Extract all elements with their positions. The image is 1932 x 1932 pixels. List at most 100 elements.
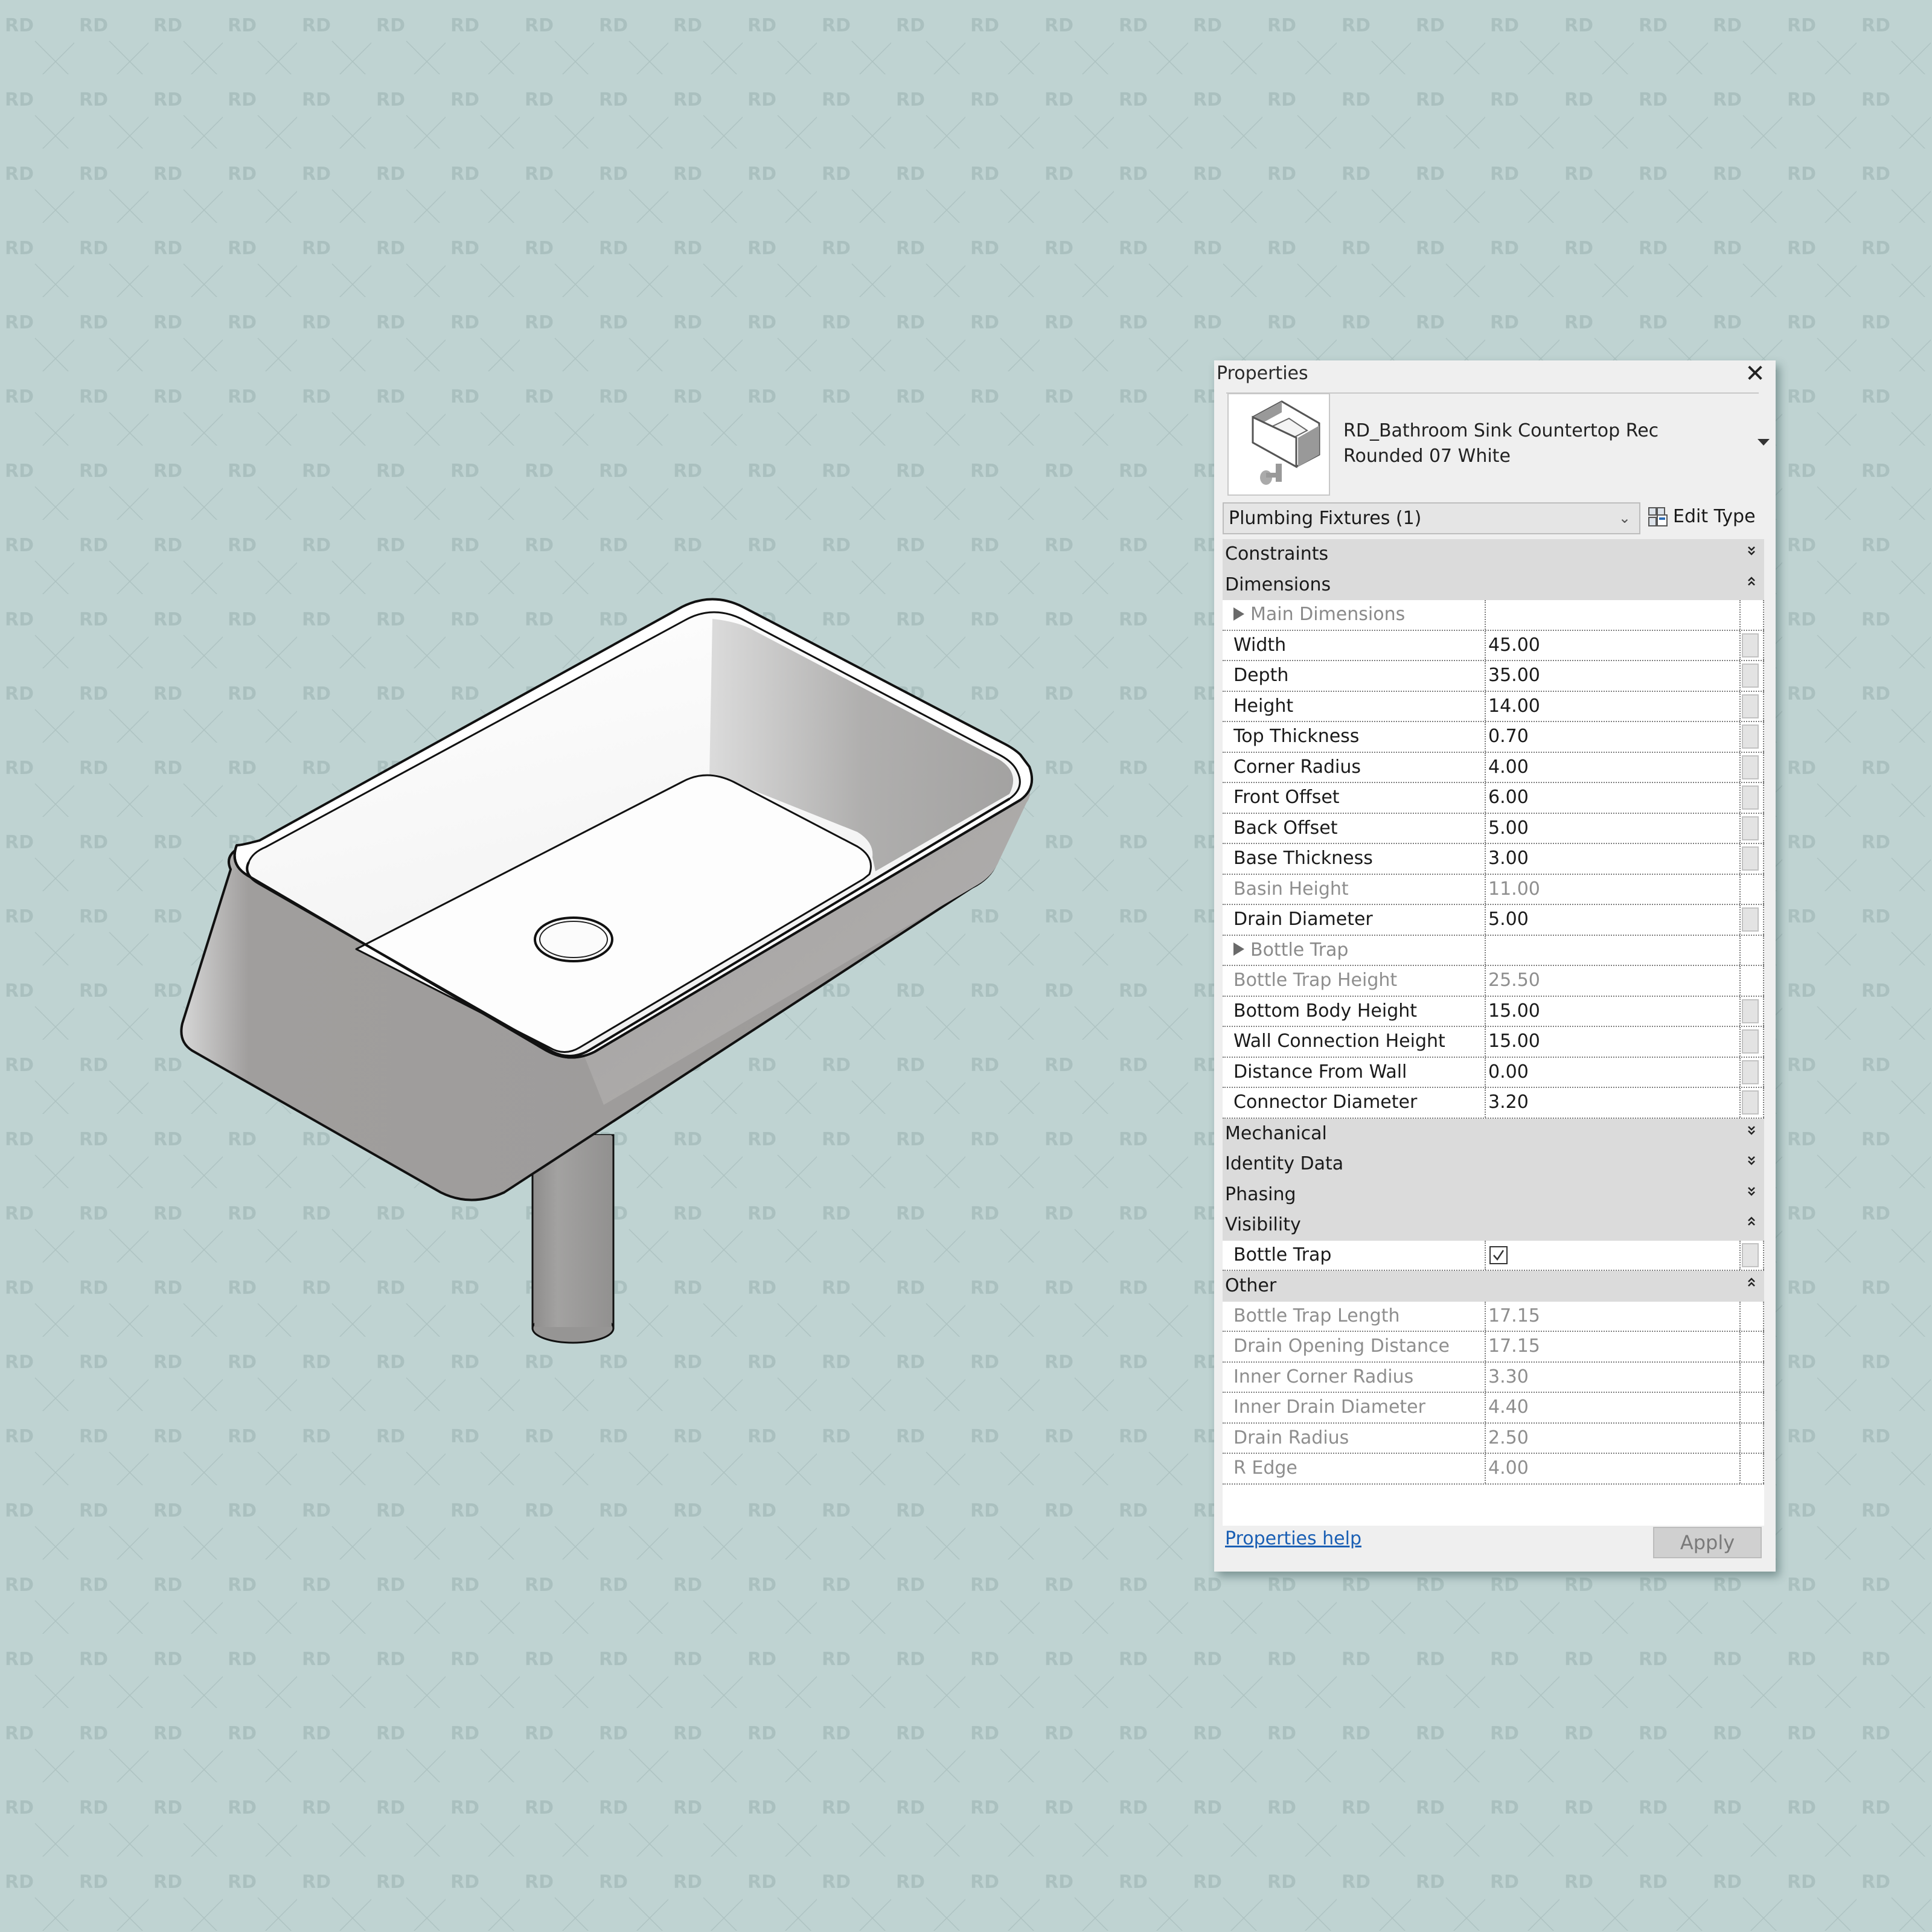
associate-parameter-button[interactable]: [1742, 999, 1759, 1023]
associate-parameter-button[interactable]: [1742, 664, 1759, 688]
expand-icon[interactable]: [1747, 1180, 1756, 1208]
edit-type-button[interactable]: Edit Type: [1648, 501, 1756, 533]
chevron-down-icon: ⌄: [1618, 510, 1631, 526]
collapse-icon[interactable]: [1747, 1210, 1756, 1238]
group-header-phasing[interactable]: Phasing: [1223, 1179, 1764, 1210]
property-row-corner-radius[interactable]: Corner Radius 4.00: [1223, 752, 1764, 783]
property-label: Drain Radius: [1233, 1427, 1349, 1448]
associate-parameter-button[interactable]: [1742, 907, 1759, 932]
associate-parameter-cell: [1739, 783, 1764, 813]
property-value[interactable]: 3.00: [1485, 844, 1742, 874]
associate-parameter-cell: [1739, 1240, 1764, 1270]
property-value: 11.00: [1485, 874, 1742, 904]
property-value[interactable]: 5.00: [1485, 813, 1742, 843]
property-row-connector-diameter[interactable]: Connector Diameter 3.20: [1223, 1088, 1764, 1119]
property-row-depth[interactable]: Depth 35.00: [1223, 661, 1764, 692]
property-label: Inner Drain Diameter: [1233, 1396, 1425, 1418]
associate-parameter-button[interactable]: [1742, 846, 1759, 871]
close-icon[interactable]: ✕: [1743, 362, 1767, 386]
group-header-constraints[interactable]: Constraints: [1223, 539, 1764, 570]
triangle-down-icon[interactable]: [1758, 439, 1770, 446]
properties-help-link[interactable]: Properties help: [1225, 1528, 1361, 1549]
associate-parameter-cell: [1739, 1332, 1764, 1361]
property-value[interactable]: [1485, 1240, 1742, 1270]
expand-icon[interactable]: [1747, 1149, 1756, 1177]
category-filter-dropdown[interactable]: Plumbing Fixtures (1) ⌄: [1223, 502, 1640, 534]
property-row-basin-height: Basin Height 11.00: [1223, 874, 1764, 905]
property-row-wall-connection-height[interactable]: Wall Connection Height 15.00: [1223, 1027, 1764, 1058]
associate-parameter-cell: [1739, 844, 1764, 874]
associate-parameter-cell: [1739, 1423, 1764, 1453]
group-header-dimensions[interactable]: Dimensions: [1223, 569, 1764, 600]
collapse-icon[interactable]: [1747, 1271, 1756, 1299]
expand-icon[interactable]: [1747, 1119, 1756, 1147]
property-row-inner-drain-diameter: Inner Drain Diameter 4.40: [1223, 1393, 1764, 1424]
associate-parameter-button[interactable]: [1742, 724, 1759, 749]
group-header-identity-data[interactable]: Identity Data: [1223, 1149, 1764, 1180]
associate-parameter-cell: [1739, 1027, 1764, 1057]
property-value[interactable]: 0.70: [1485, 722, 1742, 752]
property-row-height[interactable]: Height 14.00: [1223, 691, 1764, 722]
associate-parameter-button[interactable]: [1742, 694, 1759, 718]
property-value[interactable]: 4.00: [1485, 752, 1742, 782]
collapse-icon[interactable]: [1747, 570, 1756, 598]
associate-parameter-cell: [1739, 752, 1764, 782]
associate-parameter-button[interactable]: [1742, 816, 1759, 840]
apply-button[interactable]: Apply: [1653, 1527, 1762, 1558]
property-row-top-thickness[interactable]: Top Thickness 0.70: [1223, 722, 1764, 753]
property-value[interactable]: 35.00: [1485, 661, 1742, 691]
property-label: Basin Height: [1233, 878, 1349, 900]
property-value[interactable]: 3.20: [1485, 1088, 1742, 1118]
expand-triangle-icon[interactable]: [1233, 607, 1244, 621]
property-row-bottom-body-height[interactable]: Bottom Body Height 15.00: [1223, 996, 1764, 1027]
property-value[interactable]: 14.00: [1485, 691, 1742, 721]
property-row-drain-opening-distance: Drain Opening Distance 17.15: [1223, 1332, 1764, 1363]
property-value[interactable]: 15.00: [1485, 996, 1742, 1026]
associate-parameter-cell: [1739, 1454, 1764, 1483]
property-value: 4.00: [1485, 1454, 1742, 1483]
subgroup-label: Main Dimensions: [1250, 604, 1406, 625]
property-value: 4.40: [1485, 1393, 1742, 1422]
expand-triangle-icon[interactable]: [1233, 942, 1244, 956]
type-name: RD_Bathroom Sink Countertop Rec Rounded …: [1343, 420, 1659, 467]
associate-parameter-button[interactable]: [1742, 1029, 1759, 1054]
edit-type-label: Edit Type: [1673, 506, 1756, 527]
associate-parameter-button[interactable]: [1742, 633, 1759, 657]
property-value[interactable]: 0.00: [1485, 1057, 1742, 1087]
associate-parameter-button[interactable]: [1742, 1060, 1759, 1084]
property-value[interactable]: 45.00: [1485, 630, 1742, 660]
property-label: Distance From Wall: [1233, 1061, 1407, 1083]
property-label: Drain Diameter: [1233, 909, 1373, 930]
associate-parameter-button[interactable]: [1742, 1243, 1759, 1267]
group-label: Identity Data: [1225, 1153, 1344, 1174]
group-header-visibility[interactable]: Visibility: [1223, 1210, 1764, 1241]
group-label: Phasing: [1225, 1183, 1296, 1205]
property-row-r-edge: R Edge 4.00: [1223, 1454, 1764, 1485]
property-row-back-offset[interactable]: Back Offset 5.00: [1223, 813, 1764, 844]
property-row-front-offset[interactable]: Front Offset 6.00: [1223, 783, 1764, 814]
associate-parameter-button[interactable]: [1742, 785, 1759, 810]
property-value: 17.15: [1485, 1301, 1742, 1331]
property-row-bottle-trap[interactable]: Bottle Trap: [1223, 1240, 1764, 1271]
subgroup-bottle-trap[interactable]: Bottle Trap: [1223, 935, 1764, 966]
property-row-width[interactable]: Width 45.00: [1223, 630, 1764, 661]
expand-icon[interactable]: [1747, 539, 1756, 567]
property-row-distance-from-wall[interactable]: Distance From Wall 0.00: [1223, 1057, 1764, 1088]
associate-parameter-button[interactable]: [1742, 1090, 1759, 1115]
property-value[interactable]: 15.00: [1485, 1027, 1742, 1057]
property-label: Bottle Trap Length: [1233, 1305, 1400, 1326]
property-row-drain-diameter[interactable]: Drain Diameter 5.00: [1223, 905, 1764, 936]
property-label: Bottle Trap: [1233, 1244, 1332, 1265]
associate-parameter-cell: [1739, 996, 1764, 1026]
associate-parameter-button[interactable]: [1742, 755, 1759, 779]
property-value[interactable]: 5.00: [1485, 905, 1742, 935]
property-label: Depth: [1233, 665, 1289, 686]
subgroup-main-dimensions[interactable]: Main Dimensions: [1223, 600, 1764, 631]
property-row-base-thickness[interactable]: Base Thickness 3.00: [1223, 844, 1764, 875]
group-header-mechanical[interactable]: Mechanical: [1223, 1118, 1764, 1149]
bottle-trap-checkbox[interactable]: [1489, 1246, 1508, 1264]
property-value[interactable]: 6.00: [1485, 783, 1742, 813]
associate-parameter-cell: [1739, 691, 1764, 721]
group-header-other[interactable]: Other: [1223, 1271, 1764, 1302]
type-selector[interactable]: RD_Bathroom Sink Countertop Rec Rounded …: [1225, 393, 1770, 497]
